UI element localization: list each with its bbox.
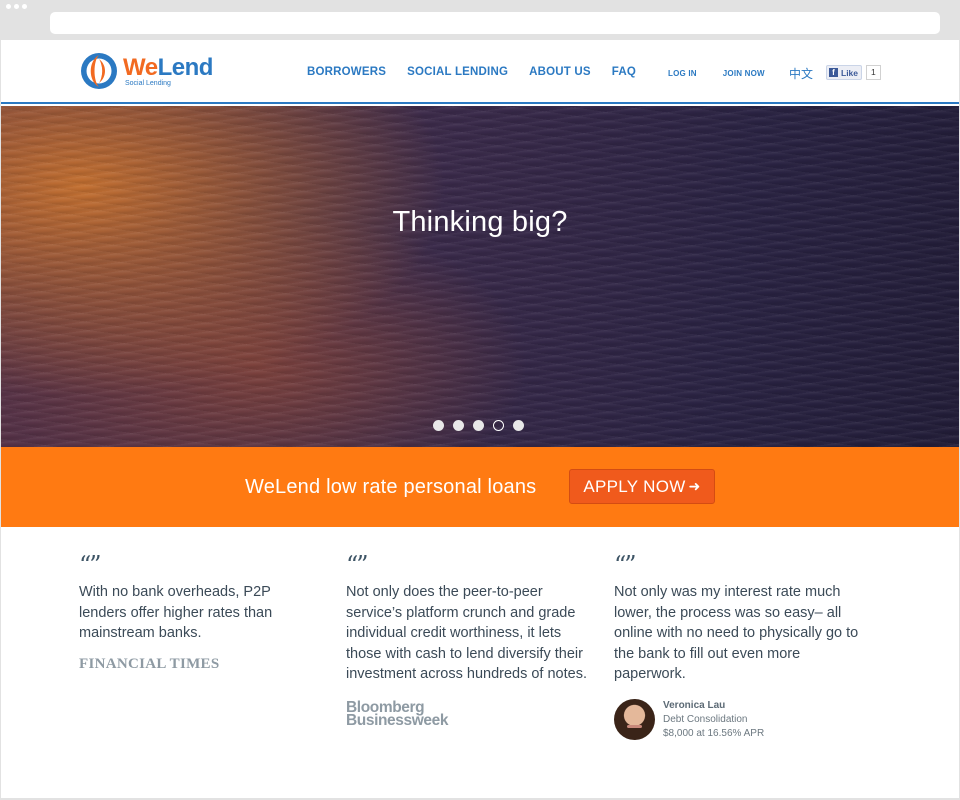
testimonial-text: Not only was my interest rate much lower… bbox=[614, 584, 859, 683]
logo-text: WeLend Social Lending bbox=[123, 53, 214, 87]
logo-name-lend: Lend bbox=[157, 53, 214, 81]
window-dot-icon[interactable] bbox=[22, 4, 27, 9]
welend-logo-icon bbox=[81, 53, 117, 89]
hero-background-image bbox=[1, 106, 959, 447]
language-switch[interactable]: 中文 bbox=[789, 65, 813, 82]
logo-name-we: We bbox=[123, 53, 158, 81]
window-dot-icon[interactable] bbox=[6, 4, 11, 9]
carousel-dot-1[interactable] bbox=[433, 420, 444, 431]
welend-logo[interactable]: WeLend Social Lending bbox=[79, 50, 219, 92]
window-dot-icon[interactable] bbox=[14, 4, 19, 9]
account-nav: LOG IN JOIN NOW bbox=[668, 69, 791, 78]
testimonial-bloomberg: “” Not only does the peer-to-peer servic… bbox=[346, 551, 591, 729]
promo-text: WeLend low rate personal loans bbox=[245, 476, 537, 498]
logo-name: WeLend bbox=[123, 53, 214, 81]
customer-profile: Veronica Lau Debt Consolidation $8,000 a… bbox=[614, 698, 869, 741]
financial-times-logo: FINANCIAL TIMES bbox=[79, 655, 220, 672]
main-nav: BORROWERS SOCIAL LENDING ABOUT US FAQ bbox=[307, 66, 657, 78]
window-controls bbox=[6, 4, 27, 9]
quote-icon: “” bbox=[346, 551, 369, 579]
join-now-link[interactable]: JOIN NOW bbox=[723, 69, 765, 78]
carousel-dot-2[interactable] bbox=[453, 420, 464, 431]
facebook-like-count: 1 bbox=[866, 65, 881, 80]
quote-icon: “” bbox=[614, 551, 637, 579]
facebook-icon: f bbox=[829, 68, 838, 77]
testimonial-financial-times: “” With no bank overheads, P2P lenders o… bbox=[79, 551, 304, 673]
promo-band: WeLend low rate personal loans APPLY NOW… bbox=[1, 447, 959, 527]
facebook-like-widget: f Like 1 bbox=[826, 65, 881, 80]
arrow-right-icon: ➜ bbox=[688, 478, 701, 494]
testimonial-text: With no bank overheads, P2P lenders offe… bbox=[79, 584, 273, 642]
customer-loan-purpose: Debt Consolidation bbox=[663, 713, 748, 725]
facebook-like-label: Like bbox=[841, 67, 859, 78]
customer-loan-details: $8,000 at 16.56% APR bbox=[663, 727, 765, 739]
nav-social-lending[interactable]: SOCIAL LENDING bbox=[407, 66, 508, 78]
hero-title: Thinking big? bbox=[392, 206, 568, 238]
customer-name: Veronica Lau bbox=[663, 699, 726, 711]
address-bar[interactable] bbox=[50, 12, 940, 34]
nav-faq[interactable]: FAQ bbox=[612, 66, 636, 78]
site-header: WeLend Social Lending BORROWERS SOCIAL L… bbox=[1, 40, 959, 104]
carousel-dot-4[interactable] bbox=[493, 420, 504, 431]
nav-about-us[interactable]: ABOUT US bbox=[529, 66, 591, 78]
page: WeLend Social Lending BORROWERS SOCIAL L… bbox=[1, 40, 959, 798]
testimonials-section: “” With no bank overheads, P2P lenders o… bbox=[1, 527, 959, 798]
carousel-pagination bbox=[433, 420, 524, 431]
log-in-link[interactable]: LOG IN bbox=[668, 69, 697, 78]
apply-now-button[interactable]: APPLY NOW ➜ bbox=[569, 469, 715, 504]
facebook-like-button[interactable]: f Like bbox=[826, 65, 863, 80]
bloomberg-businessweek-logo: Bloomberg Businessweek bbox=[346, 700, 591, 729]
quote-icon: “” bbox=[79, 551, 102, 579]
testimonial-customer: “” Not only was my interest rate much lo… bbox=[614, 551, 869, 741]
nav-borrowers[interactable]: BORROWERS bbox=[307, 66, 386, 78]
testimonial-text: Not only does the peer-to-peer service’s… bbox=[346, 584, 587, 683]
businessweek-logo-line: Businessweek bbox=[346, 711, 449, 729]
hero-carousel: Thinking big? bbox=[1, 106, 959, 447]
logo-tagline: Social Lending bbox=[125, 79, 171, 87]
carousel-dot-3[interactable] bbox=[473, 420, 484, 431]
carousel-dot-5[interactable] bbox=[513, 420, 524, 431]
apply-now-label: APPLY NOW bbox=[583, 476, 686, 496]
browser-chrome bbox=[0, 0, 960, 40]
avatar bbox=[614, 698, 655, 740]
customer-info: Veronica Lau Debt Consolidation $8,000 a… bbox=[663, 699, 764, 741]
